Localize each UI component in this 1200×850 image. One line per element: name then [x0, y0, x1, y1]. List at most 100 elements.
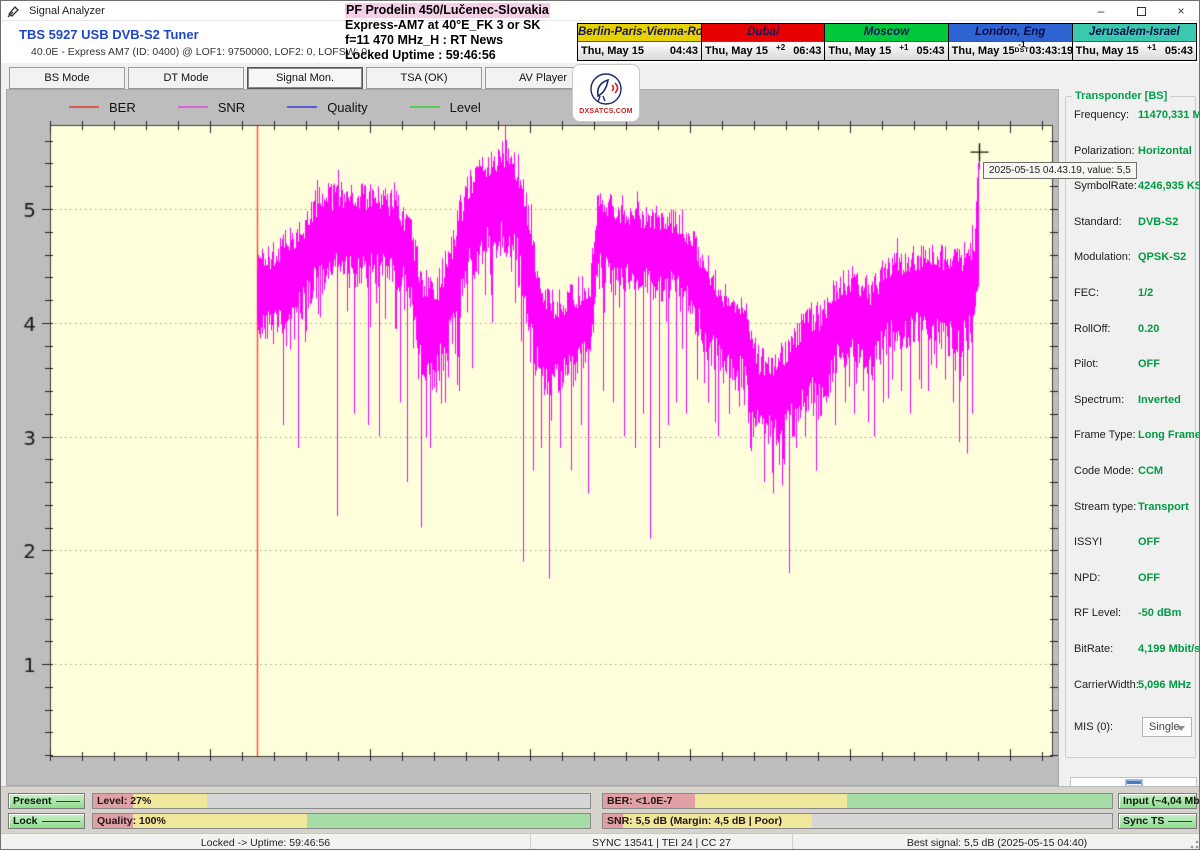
legend-label: Quality [327, 100, 367, 115]
field-value: 4,199 Mbit/s [1138, 643, 1200, 655]
field-value: OFF [1138, 358, 1160, 370]
field-modulation-: Modulation:QPSK-S2 [1074, 251, 1192, 263]
field-label: SymbolRate: [1074, 180, 1138, 192]
field-value: QPSK-S2 [1138, 251, 1186, 263]
field-pilot-: Pilot:OFF [1074, 358, 1192, 370]
clock-utc-offset: +2 [768, 43, 793, 52]
field-label: Polarization: [1074, 145, 1138, 157]
minimize-button[interactable]: – [1081, 1, 1121, 21]
tab-signal-mon-[interactable]: Signal Mon. [247, 67, 363, 89]
indicator-input-mbps-: Input (~4,04 Mbps) [1118, 793, 1197, 809]
signal-analyzer-window: Signal Analyzer – × TBS 5927 USB DVB-S2 … [0, 0, 1200, 850]
clock-time: Thu, May 15+206:43 [702, 41, 824, 60]
field-label: RF Level: [1074, 607, 1138, 619]
field-value: 0.20 [1138, 323, 1159, 335]
bar-label: SNR: 5,5 dB (Margin: 4,5 dB | Poor) [607, 815, 782, 827]
clock-hours: 05:43 [917, 45, 945, 57]
field-fec-: FEC:1/2 [1074, 287, 1192, 299]
field-value: 11470,331 MHz [1138, 109, 1200, 121]
status-lock-uptime: Locked -> Uptime: 59:46:56 [1, 834, 531, 850]
bar-segment [812, 814, 1112, 828]
chart-panel: BERSNRQualityLevel [6, 89, 1059, 786]
legend-label: BER [109, 100, 136, 115]
status-bar: Locked -> Uptime: 59:46:56 SYNC 13541 | … [1, 833, 1200, 850]
resize-grip[interactable] [1187, 837, 1199, 849]
field-label: Modulation: [1074, 251, 1138, 263]
field-value: DVB-S2 [1138, 216, 1178, 228]
tuner-detail: 40.0E - Express AM7 (ID: 0400) @ LOF1: 9… [31, 46, 367, 58]
field-bitrate-: BitRate:4,199 Mbit/s [1074, 643, 1192, 655]
transponder-sidebar: Transponder [BS] Frequency:11470,331 MHz… [1063, 89, 1198, 786]
field-value: Long Frame [1138, 429, 1200, 441]
site-line3: f=11 470 MHz_H : RT News [345, 33, 577, 48]
bar-label: Quality: 100% [97, 815, 166, 827]
close-button[interactable]: × [1161, 1, 1200, 21]
legend-line [287, 106, 317, 108]
clock-time: Thu, May 1504:43 [578, 41, 701, 60]
clock-date: Thu, May 15 [1076, 45, 1139, 57]
field-label: RollOff: [1074, 323, 1138, 335]
field-value: Inverted [1138, 394, 1181, 406]
satellite-dish-icon [586, 72, 626, 108]
clock-date: Thu, May 15 [581, 45, 644, 57]
field-polarization-: Polarization:Horizontal [1074, 145, 1192, 157]
field-label: Frame Type: [1074, 429, 1138, 441]
status-best-signal: Best signal: 5,5 dB (2025-05-15 04:40) [793, 834, 1200, 850]
indicator-row: Present Level: 27% BER: <1.0E-7 Input (~4,0… [1, 793, 1200, 809]
snr-chart[interactable] [7, 90, 1058, 785]
clock-utc-offset: +1 [1139, 43, 1165, 52]
field-carrierwidth-: CarrierWidth:5,096 MHz [1074, 679, 1192, 691]
field-value: CCM [1138, 465, 1163, 477]
mis-dropdown[interactable]: Single [1142, 717, 1192, 737]
clock-hours: 05:43 [1165, 45, 1193, 57]
field-stream-type-: Stream type:Transport [1074, 501, 1192, 513]
field-label: BitRate: [1074, 643, 1138, 655]
clock-jerusalem-israel: Jerusalem-IsraelThu, May 15+105:43 [1073, 24, 1196, 60]
field-symbolrate-: SymbolRate:4246,935 KS/s [1074, 180, 1192, 192]
clock-city-label: Berlin-Paris-Vienna-Roma [578, 24, 701, 41]
app-icon [7, 4, 21, 18]
clock-utc-offset: +1 [891, 43, 916, 52]
indicator-strip: Present Level: 27% BER: <1.0E-7 Input (~4,0… [1, 786, 1200, 833]
clock-city-label: London, Eng [949, 24, 1072, 41]
status-sync-counters: SYNC 13541 | TEI 24 | CC 27 [531, 834, 793, 850]
field-value: OFF [1138, 536, 1160, 548]
field-label: Spectrum: [1074, 394, 1138, 406]
logo-text: DXSATCS.COM [579, 108, 632, 115]
bar-ber: BER: <1.0E-7 [602, 793, 1113, 809]
tab-tsa-ok-[interactable]: TSA (OK) [366, 67, 482, 89]
field-rolloff-: RollOff:0.20 [1074, 323, 1192, 335]
field-label: ISSYI [1074, 536, 1138, 548]
indicator-row: LockQuality: 100%SNR: 5,5 dB (Margin: 4,… [1, 813, 1200, 829]
field-label: Frequency: [1074, 109, 1138, 121]
bar-segment [695, 794, 848, 808]
window-title: Signal Analyzer [29, 5, 105, 17]
clock-time: Thu, May 15+105:43 [1073, 41, 1196, 60]
field-label: FEC: [1074, 287, 1138, 299]
legend-line [410, 106, 440, 108]
field-rf-level-: RF Level:-50 dBm [1074, 607, 1192, 619]
header: TBS 5927 USB DVB-S2 Tuner 40.0E - Expres… [1, 21, 1200, 63]
clock-date: Thu, May 15 [828, 45, 891, 57]
field-value: 4246,935 KS/s [1138, 180, 1200, 192]
site-line2: Express-AM7 at 40°E_FK 3 or SK [345, 18, 577, 33]
dxsatcs-logo: DXSATCS.COM [572, 64, 640, 122]
indicator-present: Present [8, 793, 85, 809]
field-standard-: Standard:DVB-S2 [1074, 216, 1192, 228]
clock-date: Thu, May 15 [952, 45, 1015, 57]
tab-bs-mode[interactable]: BS Mode [9, 67, 125, 89]
legend-line [178, 106, 208, 108]
titlebar: Signal Analyzer – × [1, 1, 1200, 21]
legend-item-ber: BER [69, 100, 136, 115]
transponder-groupbox: Transponder [BS] Frequency:11470,331 MHz… [1065, 96, 1196, 758]
clock-hours: 06:43 [793, 45, 821, 57]
tab-dt-mode[interactable]: DT Mode [128, 67, 244, 89]
clock-time: Thu, May 15+105:43 [825, 41, 947, 60]
maximize-button[interactable] [1121, 1, 1161, 21]
mis-value: Single [1149, 721, 1180, 733]
field-spectrum-: Spectrum:Inverted [1074, 394, 1192, 406]
chart-legend: BERSNRQualityLevel [69, 95, 481, 119]
bar-segment [307, 814, 590, 828]
bar-level: Level: 27% [92, 793, 591, 809]
clock-time: Thu, May 15-1DST03:43:19 [949, 41, 1072, 60]
